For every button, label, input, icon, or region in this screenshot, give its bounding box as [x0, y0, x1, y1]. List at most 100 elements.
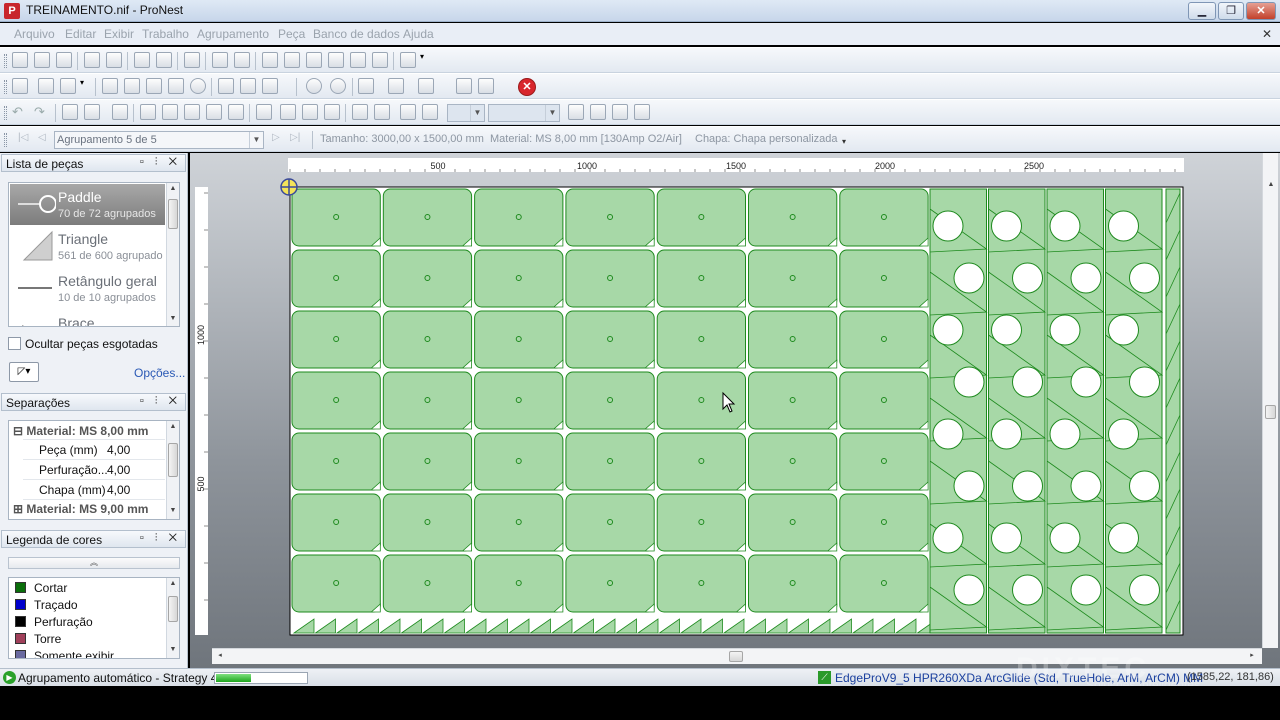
scroll-up-icon[interactable]: ▲ [167, 423, 179, 430]
remnant-icon[interactable] [124, 78, 140, 94]
menu-banco-de-dados[interactable]: Banco de dados [313, 27, 400, 41]
add-lead-icon[interactable] [400, 104, 416, 120]
nested-parts-layer[interactable] [291, 188, 1181, 634]
part-item-brace[interactable]: Brace [10, 310, 165, 326]
separations-scrollbar[interactable]: ▲ ▼ [166, 421, 179, 519]
sheet-copy-icon[interactable] [146, 78, 162, 94]
scroll-up-icon[interactable]: ▲ [1265, 181, 1277, 188]
nest-drawing[interactable]: 500 1000 1500 2000 2500 1000 500 [190, 153, 1262, 648]
remove-lead-icon[interactable] [422, 104, 438, 120]
bridge-icon[interactable] [456, 78, 472, 94]
rotate-part-icon[interactable] [184, 104, 200, 120]
circle-sheet-icon[interactable] [190, 78, 206, 94]
scroll-down-icon[interactable]: ▼ [167, 315, 179, 322]
toolbar-grip[interactable] [4, 80, 7, 94]
menu-exibir[interactable]: Exibir [104, 27, 134, 41]
toolbar-grip[interactable] [4, 106, 7, 120]
sheet-split-icon[interactable] [168, 78, 184, 94]
part-item-paddle[interactable]: Paddle 70 de 72 agrupados [10, 184, 165, 225]
sep-value[interactable]: 4,00 [107, 463, 130, 477]
color-combo[interactable]: ▼ [488, 104, 560, 122]
move-icon[interactable] [162, 104, 178, 120]
last-nest-icon[interactable]: ▷| [290, 132, 300, 143]
chevron-down-icon[interactable]: ▼ [470, 105, 484, 121]
menu-editar[interactable]: Editar [65, 27, 96, 41]
next-nest-icon[interactable]: ▷ [272, 132, 280, 143]
menu-peca[interactable]: Peça [278, 27, 305, 41]
scroll-thumb[interactable] [168, 199, 178, 229]
toolbar-overflow-icon[interactable]: ▾ [842, 137, 846, 146]
bump-icon[interactable] [140, 104, 156, 120]
mdi-close-icon[interactable]: ✕ [1262, 27, 1272, 41]
toolbar-grip[interactable] [4, 54, 7, 68]
nest-selector-combo[interactable]: Agrupamento 5 de 5 ▼ [54, 131, 264, 149]
view-part-icon[interactable] [212, 52, 228, 68]
maximize-button[interactable]: ❐ [1218, 2, 1244, 20]
zoom-window-icon[interactable] [284, 52, 300, 68]
nest-options-dropdown-icon[interactable]: ▾ [80, 78, 90, 94]
collapse-bar[interactable]: ︽ [8, 557, 180, 569]
layer-combo[interactable]: ▼ [447, 104, 485, 122]
rotate-sheet-icon[interactable] [240, 78, 256, 94]
common-line-icon[interactable] [280, 104, 296, 120]
record-icon[interactable] [330, 78, 346, 94]
dimension-icon[interactable] [612, 104, 628, 120]
sheet-icon[interactable] [102, 78, 118, 94]
save-icon[interactable] [56, 52, 72, 68]
part-tool-dropdown[interactable]: ◸▾ [9, 362, 39, 382]
part-item-triangle[interactable]: Triangle 561 de 600 agrupado [10, 226, 165, 267]
sep-value[interactable]: 4,00 [107, 443, 130, 457]
new-nest-icon[interactable] [12, 78, 28, 94]
new-file-icon[interactable] [12, 52, 28, 68]
open-folder-icon[interactable] [34, 52, 50, 68]
menu-trabalho[interactable]: Trabalho [142, 27, 189, 41]
zoom-fit-icon[interactable] [262, 52, 278, 68]
hide-exhausted-checkbox[interactable] [8, 337, 21, 350]
undo-icon[interactable]: ↶ [12, 104, 28, 120]
chevron-down-icon[interactable]: ▼ [545, 105, 559, 121]
view-sheet-icon[interactable] [234, 52, 250, 68]
panel-controls-icon[interactable]: ▫ ⫶ ✕ [140, 532, 181, 545]
previous-nest-icon[interactable]: ◁ [38, 132, 46, 143]
auto-nest-icon[interactable] [358, 78, 374, 94]
minimize-button[interactable]: ▁ [1188, 2, 1216, 20]
skeleton-icon[interactable] [352, 104, 368, 120]
close-button[interactable]: ✕ [1246, 2, 1276, 20]
menu-agrupamento[interactable]: Agrupamento [197, 27, 269, 41]
redo-icon[interactable]: ↷ [34, 104, 50, 120]
pan-hand-icon[interactable] [400, 52, 416, 68]
zoom-all-icon[interactable] [372, 52, 388, 68]
panel-controls-icon[interactable]: ▫ ⫶ ✕ [140, 395, 181, 408]
scroll-down-icon[interactable]: ▼ [167, 646, 179, 653]
zoom-out-icon[interactable] [350, 52, 366, 68]
stop-icon[interactable]: ✕ [518, 78, 536, 96]
crop-sheet-icon[interactable] [218, 78, 234, 94]
material-group-row[interactable]: ⊞ Material: MS 9,00 mm [13, 502, 148, 516]
add-text-icon[interactable] [568, 104, 584, 120]
menu-arquivo[interactable]: Arquivo [14, 27, 55, 41]
job-report-icon[interactable] [184, 52, 200, 68]
page-setup-icon[interactable] [106, 52, 122, 68]
scroll-left-icon[interactable]: ◂ [214, 651, 226, 659]
measure-icon[interactable] [590, 104, 606, 120]
group-select-icon[interactable] [84, 104, 100, 120]
part-item-rectangle[interactable]: Retângulo geral 10 de 10 agrupados [10, 268, 165, 309]
nest-options-icon[interactable] [60, 78, 76, 94]
select-icon[interactable] [62, 104, 78, 120]
scroll-up-icon[interactable]: ▲ [167, 185, 179, 192]
edit-part-icon[interactable] [134, 52, 150, 68]
material-group-row[interactable]: ⊟ Material: MS 8,00 mm [13, 424, 148, 438]
scroll-thumb[interactable] [729, 651, 743, 662]
scroll-thumb[interactable] [1265, 405, 1276, 419]
parts-list[interactable]: Paddle 70 de 72 agrupados Triangle 561 d… [8, 182, 180, 327]
chain-cut-icon[interactable] [302, 104, 318, 120]
legend-scrollbar[interactable]: ▲ ▼ [166, 578, 179, 658]
scroll-right-icon[interactable]: ▸ [1246, 651, 1258, 659]
flip-sheet-icon[interactable] [262, 78, 278, 94]
edit-nest-icon[interactable] [156, 52, 172, 68]
edit-path-icon[interactable] [324, 104, 340, 120]
scroll-thumb[interactable] [168, 596, 178, 622]
nest-canvas[interactable]: 500 1000 1500 2000 2500 1000 500 [190, 153, 1280, 668]
sequence-icon[interactable] [388, 78, 404, 94]
scroll-up-icon[interactable]: ▲ [167, 580, 179, 587]
